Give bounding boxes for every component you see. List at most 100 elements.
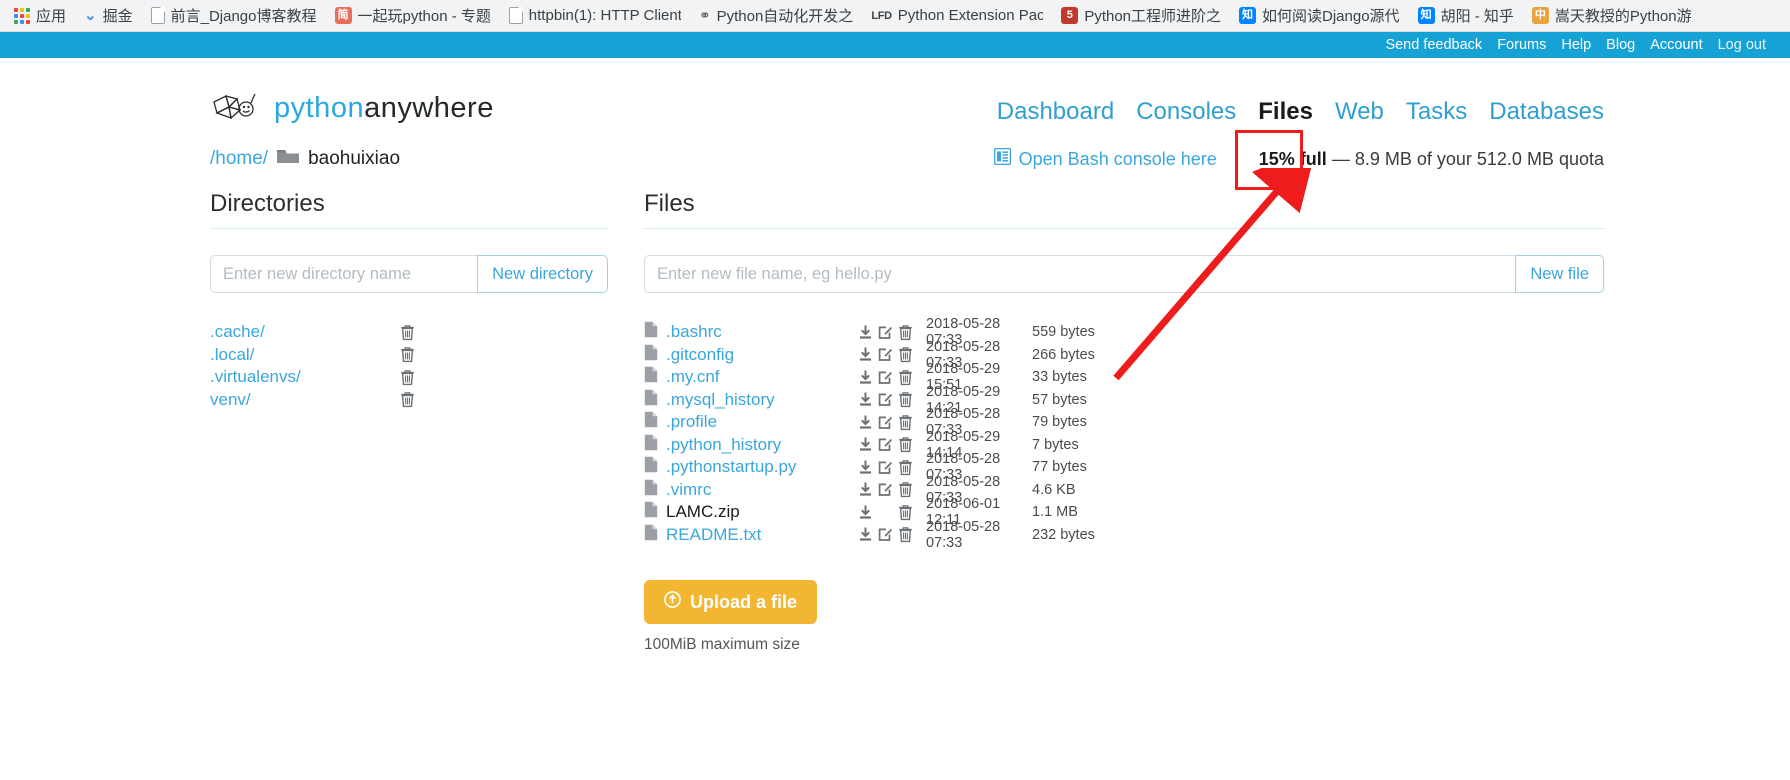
breadcrumb-current-folder: baohuixiao — [308, 148, 401, 169]
file-link[interactable]: .my.cnf — [666, 367, 720, 387]
breadcrumb-home-link[interactable]: /home/ — [210, 148, 268, 170]
directory-name-cell: .cache/ — [210, 322, 400, 342]
download-icon[interactable] — [858, 436, 873, 453]
bookmark-item[interactable]: httpbin(1): HTTP Client — [500, 4, 690, 27]
file-link[interactable]: .gitconfig — [666, 345, 734, 365]
jianshu-icon: 简 — [334, 7, 352, 24]
pythonanywhere-logo[interactable]: pythonanywhere — [210, 88, 494, 136]
file-icon — [644, 321, 658, 343]
nav-tab-dashboard[interactable]: Dashboard — [997, 98, 1114, 126]
bookmark-item[interactable]: 知如何阅读Django源代 — [1230, 2, 1409, 29]
new-file-button[interactable]: New file — [1515, 255, 1604, 293]
download-icon[interactable] — [858, 324, 873, 341]
download-icon[interactable] — [858, 481, 873, 498]
delete-icon[interactable] — [898, 369, 913, 386]
file-actions — [858, 436, 920, 453]
bookmark-item[interactable]: ⚭ Python自动化开发之 — [690, 2, 862, 29]
directory-link[interactable]: .local/ — [210, 345, 254, 364]
bookmark-label: Python工程师进阶之 — [1084, 8, 1222, 25]
delete-icon[interactable] — [400, 369, 415, 386]
open-bash-console-link[interactable]: Open Bash console here — [993, 147, 1217, 170]
edit-icon[interactable] — [878, 324, 893, 341]
upload-a-file-button[interactable]: Upload a file — [644, 580, 818, 624]
delete-icon[interactable] — [400, 324, 415, 341]
file-name-cell: .my.cnf — [644, 366, 822, 388]
directory-list: .cache/ .local/ .virtualenvs/venv/ — [210, 321, 608, 411]
nav-tab-databases[interactable]: Databases — [1489, 98, 1604, 126]
bookmark-item[interactable]: 5 Python工程师进阶之 — [1052, 2, 1230, 29]
directory-link[interactable]: .virtualenvs/ — [210, 367, 301, 386]
delete-icon[interactable] — [898, 459, 913, 476]
bookmark-item[interactable]: 简一起玩python - 专题 — [326, 2, 500, 29]
site-header: pythonanywhere Dashboard Consoles Files Web… — [180, 64, 1610, 136]
bookmark-item[interactable]: 应用 — [4, 2, 75, 29]
delete-icon[interactable] — [898, 414, 913, 431]
delete-icon[interactable] — [898, 436, 913, 453]
new-file-input[interactable] — [644, 255, 1516, 293]
folder-icon — [276, 147, 300, 171]
delete-icon[interactable] — [898, 346, 913, 363]
help-link[interactable]: Help — [1561, 37, 1591, 53]
edit-icon[interactable] — [878, 369, 893, 386]
file-link[interactable]: .bashrc — [666, 322, 722, 342]
bookmark-item[interactable]: 知胡阳 - 知乎 — [1409, 2, 1523, 29]
bookmark-item[interactable]: 前言_Django博客教程 — [142, 2, 326, 29]
edit-icon[interactable] — [878, 436, 893, 453]
edit-icon[interactable] — [878, 526, 893, 543]
file-name-cell: .mysql_history — [644, 389, 822, 411]
edit-icon[interactable] — [878, 346, 893, 363]
edit-icon[interactable] — [878, 481, 893, 498]
file-actions — [858, 391, 920, 408]
logout-link[interactable]: Log out — [1718, 37, 1766, 53]
download-icon[interactable] — [858, 391, 873, 408]
open-bash-console-label: Open Bash console here — [1018, 148, 1217, 169]
file-link[interactable]: .pythonstartup.py — [666, 457, 796, 477]
delete-icon[interactable] — [898, 526, 913, 543]
download-icon[interactable] — [858, 459, 873, 476]
bookmark-item[interactable]: LFD Python Extension Pac — [862, 4, 1052, 27]
nav-tab-consoles[interactable]: Consoles — [1136, 98, 1236, 126]
blog-link[interactable]: Blog — [1606, 37, 1635, 53]
send-feedback-link[interactable]: Send feedback — [1385, 37, 1482, 53]
bookmark-item[interactable]: ⌄ 掘金 — [75, 2, 142, 29]
new-directory-input[interactable] — [210, 255, 478, 293]
delete-icon[interactable] — [400, 346, 415, 363]
delete-icon[interactable] — [898, 481, 913, 498]
delete-icon[interactable] — [400, 391, 415, 408]
file-link[interactable]: .profile — [666, 412, 717, 432]
download-icon[interactable] — [858, 526, 873, 543]
directory-link[interactable]: venv/ — [210, 390, 251, 409]
download-icon[interactable] — [858, 346, 873, 363]
download-icon[interactable] — [858, 414, 873, 431]
account-topbar: Send feedback Forums Help Blog Account Log ou… — [0, 32, 1790, 58]
account-link[interactable]: Account — [1650, 37, 1702, 53]
nav-tab-web[interactable]: Web — [1335, 98, 1384, 126]
edit-icon[interactable] — [878, 459, 893, 476]
bookmark-label: 前言_Django博客教程 — [170, 8, 317, 25]
delete-icon[interactable] — [898, 391, 913, 408]
bookmark-label: httpbin(1): HTTP Client — [528, 7, 681, 24]
upload-icon — [664, 591, 681, 613]
file-link[interactable]: README.txt — [666, 525, 761, 545]
edit-icon[interactable] — [878, 391, 893, 408]
directory-link[interactable]: .cache/ — [210, 322, 265, 341]
file-link[interactable]: .mysql_history — [666, 390, 775, 410]
nav-tab-files[interactable]: Files — [1258, 98, 1313, 126]
download-icon[interactable] — [858, 369, 873, 386]
files-panel: Files New file .bashrc2018-05-28 07:3355… — [644, 190, 1604, 654]
nav-tab-tasks[interactable]: Tasks — [1406, 98, 1467, 126]
new-directory-button[interactable]: New directory — [477, 255, 608, 293]
directory-actions — [400, 324, 415, 341]
delete-icon[interactable] — [898, 504, 913, 521]
file-link[interactable]: .python_history — [666, 435, 781, 455]
file-actions — [858, 414, 920, 431]
bookmark-item[interactable]: 中嵩天教授的Python游 — [1523, 2, 1701, 29]
file-icon — [644, 389, 658, 411]
edit-icon[interactable] — [878, 414, 893, 431]
forums-link[interactable]: Forums — [1497, 37, 1546, 53]
file-actions — [858, 459, 920, 476]
pythonanywhere-logo-icon — [210, 88, 262, 128]
download-icon[interactable] — [858, 504, 873, 521]
delete-icon[interactable] — [898, 324, 913, 341]
file-link[interactable]: .vimrc — [666, 480, 711, 500]
